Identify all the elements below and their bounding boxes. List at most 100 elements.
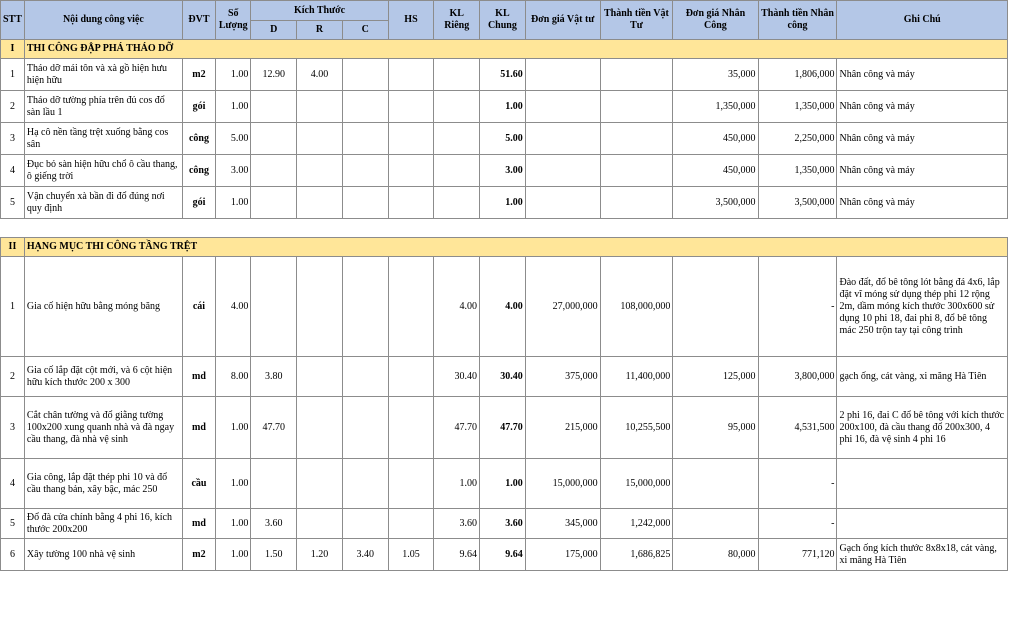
cell-c [341,356,389,397]
cell-ghi-chu [836,508,1008,539]
cell-kl-rieng: 9.64 [433,538,481,571]
cell-don-gia-vat-tu [524,186,601,219]
cell-stt: 5 [0,508,25,539]
cell-don-gia-nhan-cong: 1,350,000 [672,90,759,123]
cell-r [296,122,343,155]
cell-d [250,186,298,219]
cell-don-gia-nhan-cong: 80,000 [672,538,759,571]
cell-so-luong: 8.00 [215,356,252,397]
cell-kl-rieng: 47.70 [433,396,481,459]
table-row: 1 Gia cố hiện hữu bằng móng băng cái 4.0… [0,256,1008,357]
col-header-kl-chung: KL Chung [479,0,526,40]
cell-dvt: md [181,508,217,539]
cell-don-gia-vat-tu [524,58,601,91]
col-header-d: D [250,20,298,40]
cell-kl-chung: 3.60 [479,508,526,539]
table-row: 4 Gia công, lắp đặt thép phi 10 và đổ cầ… [0,458,1008,509]
cell-stt: 4 [0,458,25,509]
cell-don-gia-vat-tu: 15,000,000 [524,458,601,509]
cell-hs [387,458,435,509]
cell-hs [387,508,435,539]
cell-kl-rieng: 1.00 [433,458,481,509]
cell-ghi-chu [836,458,1008,509]
cell-noi-dung: Gia cố lắp đặt cột mới, và 6 cột hiện hữ… [23,356,183,397]
cell-r: 1.20 [296,538,343,571]
cell-hs [387,256,435,357]
cell-d: 1.50 [250,538,298,571]
section-title: HẠNG MỤC THI CÔNG TẦNG TRỆT [23,237,1009,257]
cell-thanh-tien-nhan-cong: - [757,458,838,509]
table-row: 2 Gia cố lắp đặt cột mới, và 6 cột hiện … [0,356,1008,397]
cell-noi-dung: Gia cố hiện hữu bằng móng băng [23,256,183,357]
cell-c [341,458,389,509]
cell-c [341,90,389,123]
cell-don-gia-vat-tu: 27,000,000 [524,256,601,357]
cell-c: 3.40 [341,538,389,571]
col-header-don-gia-nhan-cong: Đơn giá Nhân Công [672,0,759,40]
cell-thanh-tien-nhan-cong: 1,350,000 [757,90,838,123]
cell-don-gia-nhan-cong [672,458,759,509]
cell-don-gia-vat-tu: 375,000 [524,356,601,397]
cell-thanh-tien-nhan-cong: - [757,508,838,539]
cell-don-gia-vat-tu [524,154,601,187]
cell-d: 3.80 [250,356,298,397]
cell-thanh-tien-vat-tu: 10,255,500 [599,396,674,459]
cell-stt: 4 [0,154,25,187]
cell-dvt: gói [181,186,217,219]
spacer-row [0,218,1008,238]
cell-thanh-tien-vat-tu: 108,000,000 [599,256,674,357]
cell-so-luong: 1.00 [215,396,252,459]
cell-stt: 6 [0,538,25,571]
cell-d [250,122,298,155]
table-row: 5 Đổ đà cửa chính bằng 4 phi 16, kích th… [0,508,1008,539]
table-row: 3 Hạ cô nền tầng trệt xuống bằng cos sân… [0,122,1008,155]
col-header-r: R [296,20,343,40]
cell-kl-rieng [433,154,481,187]
cell-thanh-tien-nhan-cong: 1,350,000 [757,154,838,187]
table-row: 6 Xây tường 100 nhà vệ sinh m2 1.00 1.50… [0,538,1008,571]
cell-don-gia-vat-tu: 175,000 [524,538,601,571]
cell-thanh-tien-nhan-cong: 3,800,000 [757,356,838,397]
col-header-thanh-tien-nhan-cong: Thành tiền Nhân công [757,0,838,40]
cell-hs [387,356,435,397]
cell-stt: 1 [0,256,25,357]
cell-c [341,396,389,459]
section-number: II [0,237,25,257]
table-row: 4 Đục bỏ sàn hiện hữu chổ ô cầu thang, ô… [0,154,1008,187]
cell-stt: 2 [0,356,25,397]
cell-r [296,186,343,219]
cell-don-gia-nhan-cong: 35,000 [672,58,759,91]
cell-stt: 1 [0,58,25,91]
col-header-thanh-tien-vat-tu: Thành tiền Vật Tư [599,0,674,40]
cell-kl-rieng [433,90,481,123]
cell-dvt: công [181,122,217,155]
cell-thanh-tien-nhan-cong: 4,531,500 [757,396,838,459]
cell-thanh-tien-nhan-cong: 1,806,000 [757,58,838,91]
cell-stt: 2 [0,90,25,123]
cell-don-gia-vat-tu: 345,000 [524,508,601,539]
cell-r [296,458,343,509]
cell-don-gia-nhan-cong: 3,500,000 [672,186,759,219]
table-row: 3 Cắt chân tường và đổ giằng tường 100x2… [0,396,1008,459]
cell-d [250,90,298,123]
cell-noi-dung: Đục bỏ sàn hiện hữu chổ ô cầu thang, ô g… [23,154,183,187]
cell-kl-rieng: 30.40 [433,356,481,397]
cell-dvt: cái [181,256,217,357]
cell-so-luong: 5.00 [215,122,252,155]
cell-ghi-chu: Gạch ống kích thước 8x8x18, cát vàng, xi… [836,538,1008,571]
section-row: II HẠNG MỤC THI CÔNG TẦNG TRỆT [0,237,1009,257]
col-header-c: C [341,20,389,40]
cell-noi-dung: Cắt chân tường và đổ giằng tường 100x200… [23,396,183,459]
col-header-kl-rieng: KL Riêng [433,0,481,40]
cell-dvt: cầu [181,458,217,509]
cell-hs [387,122,435,155]
cell-noi-dung: Tháo dỡ mái tôn và xà gồ hiện hưu hiện h… [23,58,183,91]
cell-noi-dung: Hạ cô nền tầng trệt xuống bằng cos sân [23,122,183,155]
cell-so-luong: 3.00 [215,154,252,187]
cell-d [250,154,298,187]
cell-dvt: công [181,154,217,187]
col-header-hs: HS [387,0,435,40]
cell-don-gia-nhan-cong: 95,000 [672,396,759,459]
cell-kl-rieng: 4.00 [433,256,481,357]
cell-kl-chung: 30.40 [479,356,526,397]
